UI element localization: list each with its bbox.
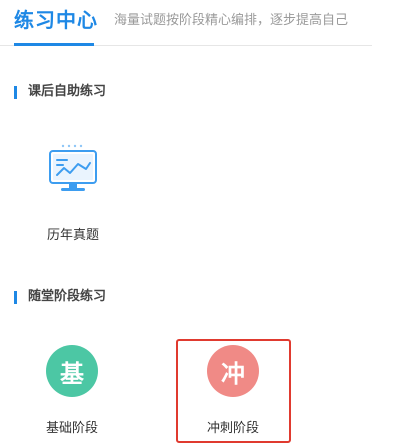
practice-item-label: 历年真题 (46, 228, 99, 243)
section-bar (14, 85, 17, 99)
section-label: 随堂阶段练习 (28, 289, 107, 304)
basic-stage-icon: 基 (46, 345, 98, 397)
section-bar (14, 290, 17, 304)
practice-item-past-exams[interactable]: 历年真题 (18, 135, 128, 245)
page-subtitle: 海量试题按阶段精心编排，逐步提高自己 (114, 13, 349, 28)
section-heading-self-practice: 课后自助练习 (14, 84, 106, 100)
selection-highlight-box (176, 339, 291, 443)
section-heading-stage-practice: 随堂阶段练习 (14, 289, 106, 305)
title-underline (14, 43, 94, 46)
practice-item-basic-stage[interactable]: 基 基础阶段 (17, 340, 127, 440)
monitor-chart-icon (47, 143, 99, 199)
page-header: 练习中心 海量试题按阶段精心编排，逐步提高自己 (0, 0, 399, 48)
page-title: 练习中心 (14, 8, 98, 32)
practice-item-label: 基础阶段 (45, 421, 98, 436)
section-label: 课后自助练习 (28, 84, 107, 99)
basic-stage-badge: 基 (46, 345, 98, 397)
